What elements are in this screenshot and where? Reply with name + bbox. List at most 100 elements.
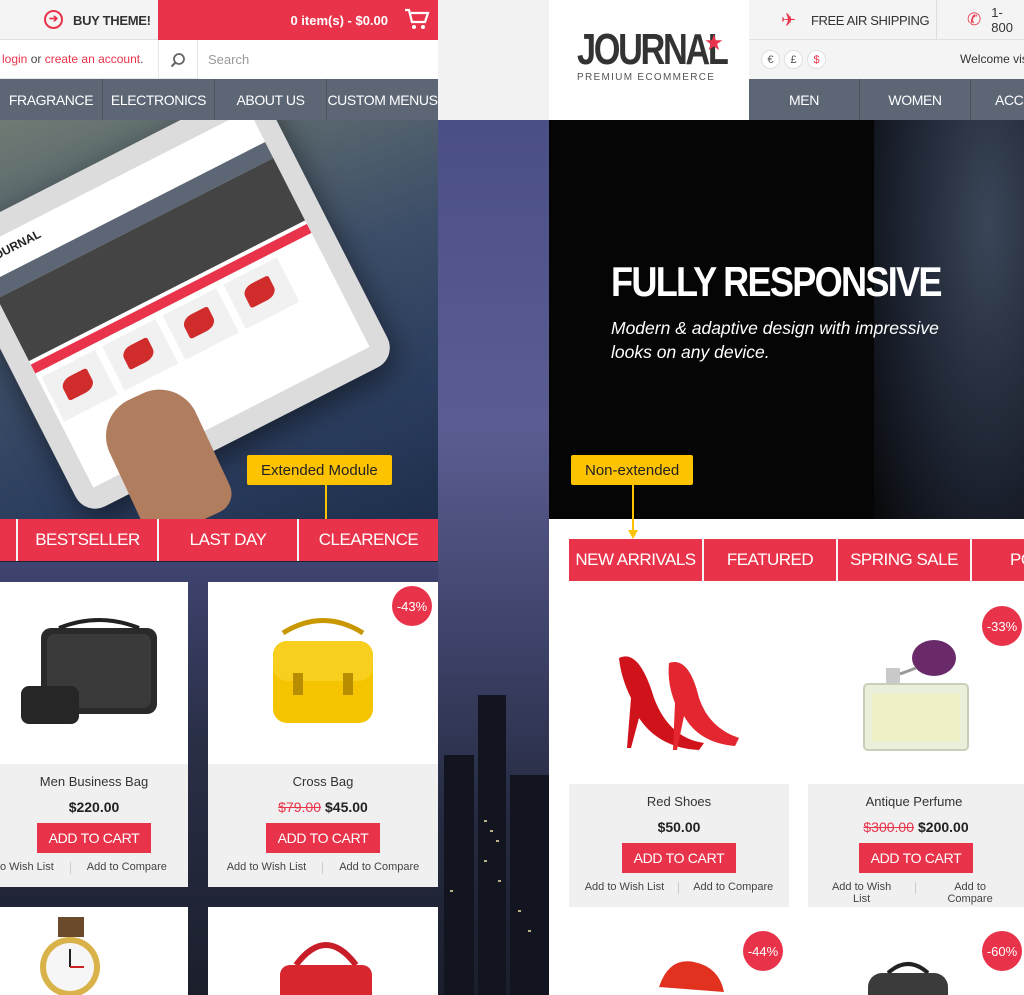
product-card-sneaker[interactable]: -44% <box>569 927 789 995</box>
city-background <box>438 120 549 995</box>
discount-badge: -33% <box>982 606 1022 646</box>
star-icon: ★ <box>704 30 724 55</box>
wish-list-link[interactable]: Add to Wish List <box>808 881 915 905</box>
phone-link[interactable]: ✆ 1-800 <box>967 0 1024 40</box>
watch-image <box>40 917 100 995</box>
login-link[interactable]: login <box>2 52 27 66</box>
product-price: $50.00 <box>657 819 701 835</box>
callout-line <box>632 485 634 533</box>
right-currency-row: € £ $ Welcome vis <box>749 40 1024 79</box>
non-extended-callout: Non-extended <box>571 455 694 485</box>
wish-list-link[interactable]: o Wish List <box>0 861 70 874</box>
cross-bag-image <box>273 618 373 723</box>
cart-button[interactable]: 0 item(s) - $0.00 <box>158 0 438 40</box>
discount-badge: -43% <box>392 586 432 626</box>
product-card-men-business-bag[interactable]: Men Business Bag $220.00 ADD TO CART o W… <box>0 582 188 887</box>
add-to-cart-button[interactable]: ADD TO CART <box>621 843 737 873</box>
compare-link[interactable]: Add to Compare <box>71 861 183 874</box>
product-price: $200.00 <box>918 819 969 835</box>
card-links: Add to Wish List Add to Compare <box>569 881 789 894</box>
nav-item-accessories[interactable]: ACCES <box>971 79 1024 120</box>
nav-item-women[interactable]: WOMEN <box>860 79 971 120</box>
product-card-red-handbag[interactable] <box>208 907 438 995</box>
logo-tagline: PREMIUM ECOMMERCE <box>577 72 716 83</box>
currency-pound[interactable]: £ <box>784 50 803 69</box>
arrow-circle-icon: ➔ <box>44 10 63 29</box>
cart-summary: 0 item(s) - $0.00 <box>290 12 388 28</box>
create-account-link[interactable]: create an account <box>45 52 140 66</box>
tab-featured[interactable]: FEATURED <box>704 539 838 581</box>
tab-hidden[interactable] <box>0 519 18 561</box>
card-links: o Wish List Add to Compare <box>0 861 188 874</box>
nav-item-about-us[interactable]: ABOUT US <box>215 79 327 120</box>
nav-item-custom-menus[interactable]: CUSTOM MENUS <box>327 79 438 120</box>
add-to-cart-button[interactable]: ADD TO CART <box>858 843 974 873</box>
wish-list-link[interactable]: Add to Wish List <box>571 881 678 894</box>
product-card-red-shoes[interactable]: Red Shoes $50.00 ADD TO CART Add to Wish… <box>569 602 789 907</box>
card-links: Add to Wish List Add to Compare <box>808 881 1024 905</box>
product-price: $220.00 <box>68 799 120 815</box>
right-top-bar: ✈ FREE AIR SHIPPING ✆ 1-800 <box>749 0 1024 40</box>
hero-title: FULLY RESPONSIVE <box>611 258 942 305</box>
product-name[interactable]: Red Shoes <box>569 794 789 809</box>
perfume-image <box>863 640 969 751</box>
extended-module-callout: Extended Module <box>247 455 392 485</box>
cart-icon <box>405 8 430 29</box>
product-price: $45.00 <box>325 799 368 815</box>
or-text: or <box>27 52 45 66</box>
free-shipping-link[interactable]: ✈ FREE AIR SHIPPING <box>749 0 937 40</box>
add-to-cart-button[interactable]: ADD TO CART <box>265 823 381 853</box>
product-price-row: $79.00 $45.00 <box>208 799 438 815</box>
tab-bestseller[interactable]: BESTSELLER <box>18 519 159 561</box>
product-card-watch[interactable] <box>0 907 188 995</box>
tab-last-day[interactable]: LAST DAY <box>159 519 299 561</box>
tab-spring-sale[interactable]: SPRING SALE <box>838 539 972 581</box>
airplane-icon: ✈ <box>781 10 796 30</box>
currency-dollar[interactable]: $ <box>807 50 826 69</box>
handbag-image <box>280 942 372 995</box>
old-price: $300.00 <box>863 819 914 835</box>
compare-link[interactable]: Add to Compare <box>916 881 1024 905</box>
product-image[interactable] <box>0 582 188 764</box>
right-main-nav: MEN WOMEN ACCES <box>749 79 1024 120</box>
shipping-label: FREE AIR SHIPPING <box>811 12 930 28</box>
product-info: Cross Bag $79.00 $45.00 ADD TO CART Add t… <box>208 764 438 887</box>
buy-theme-link[interactable]: ➔ BUY THEME! <box>0 0 158 40</box>
product-card-antique-perfume[interactable]: -33% Antique Perfume $300.00 $200.00 ADD … <box>808 602 1024 907</box>
product-name[interactable]: Men Business Bag <box>0 774 188 789</box>
product-image[interactable] <box>569 602 789 784</box>
callout-line <box>325 485 327 521</box>
hero-subtitle: Modern & adaptive design with impressive… <box>611 318 939 362</box>
product-info: Men Business Bag $220.00 ADD TO CART o W… <box>0 764 188 887</box>
card-links: Add to Wish List Add to Compare <box>208 861 438 874</box>
product-name[interactable]: Antique Perfume <box>808 794 1024 809</box>
left-top-bar: ➔ BUY THEME! 0 item(s) - $0.00 <box>0 0 438 40</box>
account-links: login or create an account. <box>2 52 143 66</box>
old-price: $79.00 <box>278 799 321 815</box>
phone-number: 1-800 <box>991 5 1013 35</box>
product-price-row: $300.00 $200.00 <box>808 819 1024 835</box>
journal-logo[interactable]: JOURNAL ★ PREMIUM ECOMMERCE <box>549 0 749 120</box>
duffel-image <box>868 962 948 995</box>
shoe-image <box>659 961 724 992</box>
search-input[interactable] <box>199 40 438 79</box>
welcome-text: Welcome vis <box>960 52 1024 66</box>
bag-image <box>21 618 157 724</box>
product-name[interactable]: Cross Bag <box>208 774 438 789</box>
tab-popular[interactable]: PO <box>972 539 1024 581</box>
tab-clearence[interactable]: CLEARENCE <box>299 519 438 561</box>
nav-item-fragrance[interactable]: FRAGRANCE <box>0 79 103 120</box>
add-to-cart-button[interactable]: ADD TO CART <box>36 823 152 853</box>
product-card-cross-bag[interactable]: -43% Cross Bag $79.00 $45.00 ADD TO CART … <box>208 582 438 887</box>
product-card-duffel-bag[interactable]: -60% <box>808 927 1024 995</box>
left-account-search-row: login or create an account. <box>0 40 438 79</box>
tab-new-arrivals[interactable]: NEW ARRIVALS <box>569 539 704 581</box>
nav-item-men[interactable]: MEN <box>749 79 860 120</box>
compare-link[interactable]: Add to Compare <box>323 861 435 874</box>
search-button[interactable] <box>158 40 198 79</box>
nav-item-electronics[interactable]: ELECTRONICS <box>103 79 215 120</box>
wish-list-link[interactable]: Add to Wish List <box>211 861 322 874</box>
background-strip <box>438 0 549 120</box>
compare-link[interactable]: Add to Compare <box>679 881 787 894</box>
currency-euro[interactable]: € <box>761 50 780 69</box>
